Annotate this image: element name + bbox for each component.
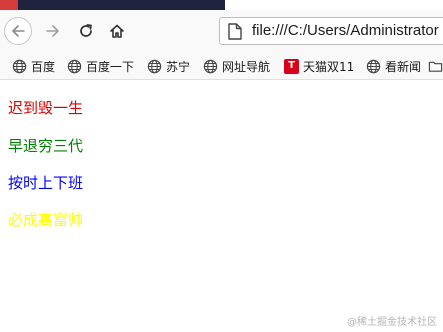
tab-strip[interactable] [0,0,225,10]
content-line-1: 迟到毁一生 [8,99,84,117]
reload-button[interactable] [72,17,100,45]
bookmark-url-nav[interactable]: 网址导航 [203,57,270,75]
bookmark-label: 看新闻 [385,59,422,74]
globe-icon [67,59,82,74]
address-bar[interactable]: file:///C:/Users/Administrator [219,17,443,45]
bookmark-baidu-yixia[interactable]: 百度一下 [67,57,134,75]
bookmark-label: 网址导航 [222,59,271,74]
folder-icon [428,59,443,74]
globe-icon [147,59,162,74]
content-line-4: 必成高富帅 [8,211,84,229]
bookmark-label: 天猫双11 [303,59,355,74]
globe-icon [12,59,27,74]
navigation-toolbar: file:///C:/Users/Administrator [0,10,443,52]
home-button[interactable] [103,17,131,45]
globe-icon [203,59,218,74]
forward-button[interactable] [39,17,67,45]
bookmark-label: 苏宁 [166,59,191,74]
back-button[interactable] [4,17,32,45]
title-strip [0,0,443,10]
watermark: @稀土掘金技术社区 [347,317,437,328]
address-text[interactable]: file:///C:/Users/Administrator [252,22,439,39]
tab-accent [0,0,18,10]
browser-window: file:///C:/Users/Administrator 百度 百度一下 苏… [0,0,443,332]
home-icon [110,24,124,38]
bookmark-suning[interactable]: 苏宁 [147,57,190,75]
page-icon [228,23,242,44]
globe-icon [366,59,381,74]
page-content: 迟到毁一生 早退穷三代 按时上下班 必成高富帅 @稀土掘金技术社区 [0,80,443,332]
tmall-icon: T [284,58,299,74]
bookmark-news[interactable]: 看新闻 [366,57,421,75]
arrow-left-icon [12,25,25,37]
content-line-3: 按时上下班 [8,174,84,192]
bookmark-folder[interactable] [428,57,443,75]
bookmark-baidu[interactable]: 百度 [12,57,55,75]
bookmark-label: 百度 [31,59,56,74]
bookmarks-bar: 百度 百度一下 苏宁 网址导航 T 天猫双11 看新闻 [0,52,443,80]
arrow-right-icon [46,25,59,37]
reload-icon [80,24,92,37]
bookmark-label: 百度一下 [86,59,135,74]
content-line-2: 早退穷三代 [8,137,84,155]
bookmark-tmall[interactable]: T 天猫双11 [284,57,354,75]
